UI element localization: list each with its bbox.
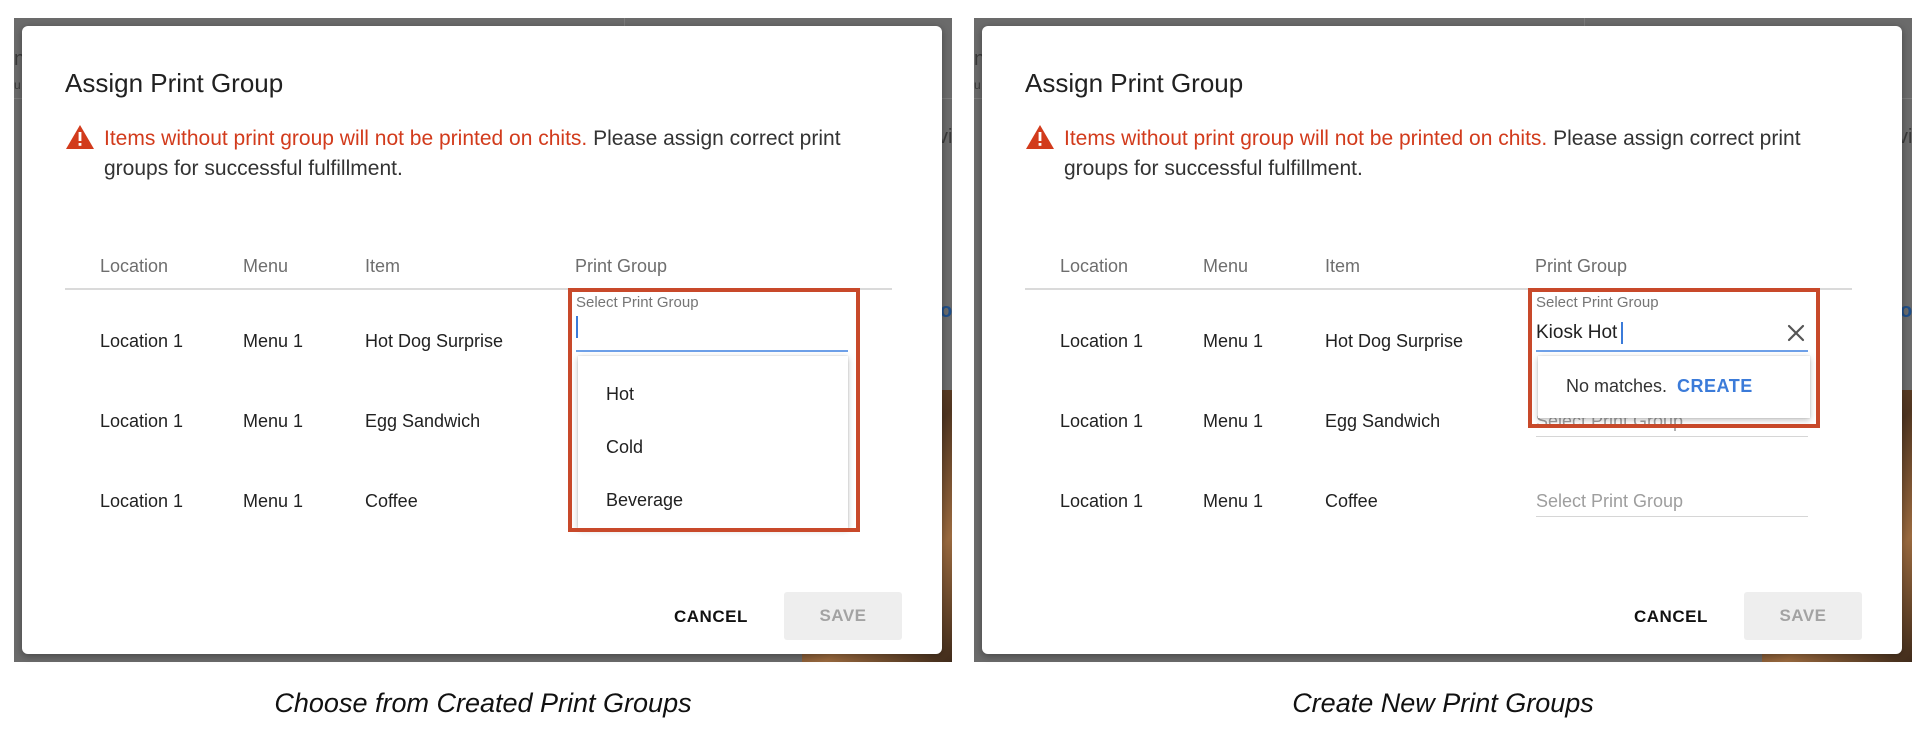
warning-emphasis: Items without print group will not be pr… <box>104 127 588 150</box>
row-location: Location 1 <box>100 411 184 431</box>
cancel-button[interactable]: CANCEL <box>1634 607 1708 627</box>
row-location: Location 1 <box>100 331 184 351</box>
row-menu: Menu 1 <box>243 331 304 351</box>
row-location: Location 1 <box>1060 331 1144 351</box>
warning-message: Items without print group will not be pr… <box>1064 124 1854 184</box>
row-location: Location 1 <box>1060 491 1144 511</box>
row-item: Coffee <box>365 491 418 511</box>
row-item: Egg Sandwich <box>1325 411 1441 431</box>
assign-print-group-dialog: Assign Print Group Items without print g… <box>982 26 1902 654</box>
print-group-select-input[interactable]: Select Print Group <box>1536 486 1808 517</box>
row-location: Location 1 <box>1060 411 1144 431</box>
row-menu: Menu 1 <box>243 411 304 431</box>
row-location: Location 1 <box>100 491 184 511</box>
column-header-location[interactable]: Location <box>1060 256 1128 277</box>
column-header-print-group[interactable]: Print Group <box>1535 256 1627 277</box>
row-item: Coffee <box>1325 491 1378 511</box>
warning-triangle-icon <box>1026 125 1054 149</box>
save-button[interactable]: SAVE <box>1744 592 1862 640</box>
cancel-button[interactable]: CANCEL <box>674 607 748 627</box>
row-menu: Menu 1 <box>1203 411 1264 431</box>
column-header-location[interactable]: Location <box>100 256 168 277</box>
row-menu: Menu 1 <box>1203 331 1264 351</box>
warning-triangle-icon <box>66 125 94 149</box>
warning-emphasis: Items without print group will not be pr… <box>1064 127 1548 150</box>
backdrop-text-fragment: u <box>974 78 981 92</box>
row-menu: Menu 1 <box>243 491 304 511</box>
save-button[interactable]: SAVE <box>784 592 902 640</box>
backdrop-text-fragment: u <box>14 78 21 92</box>
highlight-outline <box>568 288 860 532</box>
row-item: Hot Dog Surprise <box>365 331 504 351</box>
row-item: Hot Dog Surprise <box>1325 331 1464 351</box>
row-menu: Menu 1 <box>1203 491 1264 511</box>
dialog-title: Assign Print Group <box>65 68 284 98</box>
caption-create: Create New Print Groups <box>1292 688 1594 718</box>
column-header-item[interactable]: Item <box>1325 256 1360 277</box>
column-header-item[interactable]: Item <box>365 256 400 277</box>
column-header-menu[interactable]: Menu <box>1203 256 1248 277</box>
assign-print-group-dialog: Assign Print Group Items without print g… <box>22 26 942 654</box>
column-header-menu[interactable]: Menu <box>243 256 288 277</box>
dialog-title: Assign Print Group <box>1025 68 1244 98</box>
warning-message: Items without print group will not be pr… <box>104 124 894 184</box>
column-header-print-group[interactable]: Print Group <box>575 256 667 277</box>
caption-choose: Choose from Created Print Groups <box>274 688 692 718</box>
panel-create-print-group: n u vi o Assign Print Group Items withou… <box>974 18 1912 662</box>
panel-choose-print-group: n u vi o Assign Print Group Items withou… <box>14 18 952 662</box>
row-item: Egg Sandwich <box>365 411 481 431</box>
highlight-outline <box>1528 288 1820 428</box>
